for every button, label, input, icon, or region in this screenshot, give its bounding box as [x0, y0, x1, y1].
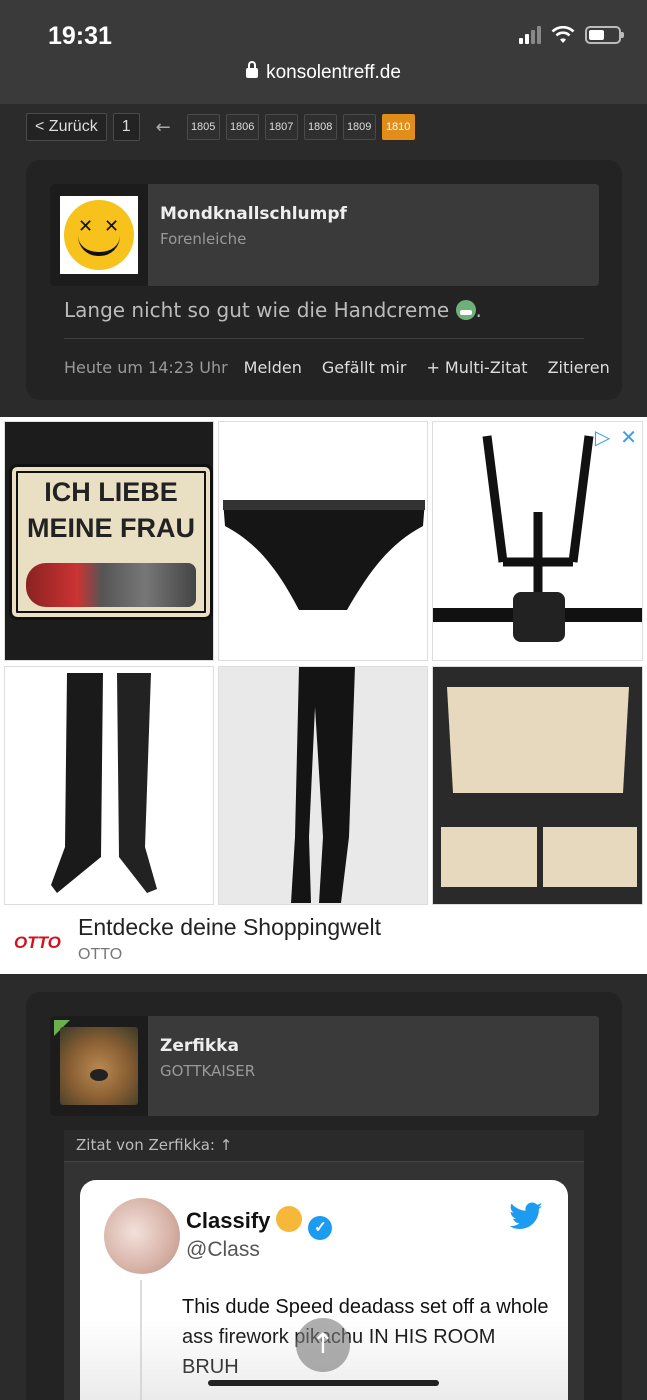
page-button[interactable]: 1806 [225, 114, 259, 140]
close-ad-icon[interactable]: ✕ [620, 425, 637, 449]
sign-image: ICH LIEBE MEINE FRAU [9, 464, 213, 620]
post-author-rank: Forenleiche [160, 230, 247, 248]
post-message-text: Lange nicht so gut wie die Handcreme [64, 298, 450, 322]
twitter-bird-icon [509, 1202, 543, 1229]
verified-icon: ✓ [308, 1216, 333, 1240]
tweet-handle: @Class [186, 1238, 260, 1261]
cat-emoji-icon [276, 1206, 303, 1232]
url-bar[interactable]: konsolentreff.de [0, 61, 647, 84]
post-message-suffix: . [475, 298, 482, 322]
ad-product-leggings[interactable] [218, 666, 428, 905]
post-author-name[interactable]: Zerfikka [160, 1036, 239, 1056]
ad-advertiser: OTTO [78, 946, 123, 963]
page-button[interactable]: 1809 [342, 114, 376, 140]
first-page-button[interactable]: 1 [112, 113, 140, 141]
sign-text-line2: MEINE FRAU [27, 513, 195, 543]
post-message: Lange nicht so gut wie die Handcreme . [64, 298, 482, 322]
wifi-icon [551, 26, 575, 43]
sign-text-line1: ICH LIEBE [44, 477, 178, 507]
tweet-author: Classify ✓ [186, 1206, 333, 1240]
signal-icon [519, 26, 541, 44]
current-page-button[interactable]: 1810 [381, 114, 415, 140]
ad-product-car-mat[interactable] [432, 666, 643, 905]
arrow-left-icon: ← [155, 116, 171, 138]
adchoices-icon[interactable]: ▷ [595, 425, 610, 449]
back-button[interactable]: < Zurück [26, 113, 107, 141]
car-mat-image [433, 667, 642, 904]
grin-emoji-icon [455, 300, 476, 320]
post-author-rank: GOTTKAISER [160, 1062, 256, 1080]
dog-avatar-icon [60, 1027, 138, 1105]
report-button[interactable]: Melden [244, 358, 302, 377]
status-icons [519, 26, 624, 44]
ad-product-sign[interactable]: ICH LIEBE MEINE FRAU [4, 421, 214, 661]
lingerie-image [223, 500, 425, 610]
avatar[interactable]: ✕ ✕ [50, 184, 148, 286]
page-button[interactable]: 1808 [303, 114, 337, 140]
post-author-box: Zerfikka GOTTKAISER [50, 1016, 599, 1116]
tweet-avatar [104, 1198, 180, 1274]
divider [64, 338, 584, 339]
lock-icon [246, 61, 259, 78]
ad-product-boots[interactable] [4, 666, 214, 905]
pagination: < Zurück 1 ← 1805 1806 1807 1808 1809 18… [26, 113, 415, 141]
page-button[interactable]: 1805 [186, 114, 220, 140]
browser-top-bar: 19:31 konsolentreff.de [0, 0, 647, 104]
quote-header[interactable]: Zitat von Zerfikka: ↑ [64, 1130, 584, 1162]
ad-product-harness[interactable] [432, 421, 643, 661]
battery-icon [585, 26, 624, 44]
forum-post: ✕ ✕ Mondknallschlumpf Forenleiche Lange n… [26, 160, 622, 400]
status-time: 19:31 [48, 22, 112, 50]
home-indicator[interactable] [208, 1380, 439, 1386]
ad-product-lingerie[interactable] [218, 421, 428, 661]
post-timestamp: Heute um 14:23 Uhr [64, 358, 228, 377]
avatar[interactable] [50, 1016, 148, 1116]
boots-image [51, 673, 157, 893]
scroll-to-top-button[interactable]: ↑ [296, 1318, 350, 1372]
like-button[interactable]: Gefällt mir [322, 358, 407, 377]
post-author-box: ✕ ✕ Mondknallschlumpf Forenleiche [50, 184, 599, 286]
harness-image [433, 435, 642, 642]
ad-product-grid: ICH LIEBE MEINE FRAU ▷ ✕ [4, 421, 643, 905]
quote-button[interactable]: Zitieren [548, 358, 610, 377]
advertisement[interactable]: ICH LIEBE MEINE FRAU ▷ ✕ OTTO Entdecke d… [0, 417, 647, 974]
ad-controls: ▷ ✕ [595, 425, 637, 449]
page-button[interactable]: 1807 [264, 114, 298, 140]
post-author-name[interactable]: Mondknallschlumpf [160, 204, 347, 224]
thread-line [140, 1280, 142, 1400]
smiley-avatar-icon: ✕ ✕ [64, 200, 134, 270]
multi-quote-button[interactable]: + Multi-Zitat [426, 358, 527, 377]
url-text: konsolentreff.de [266, 62, 401, 83]
otto-logo[interactable]: OTTO [14, 933, 61, 953]
leggings-image [291, 667, 355, 903]
ad-title[interactable]: Entdecke deine Shoppingwelt [78, 914, 381, 941]
post-footer: Heute um 14:23 Uhr Melden Gefällt mir + … [64, 358, 610, 377]
tweet-author-name: Classify [186, 1208, 271, 1233]
tweet-text: This dude Speed deadass set off a whole … [182, 1296, 549, 1378]
